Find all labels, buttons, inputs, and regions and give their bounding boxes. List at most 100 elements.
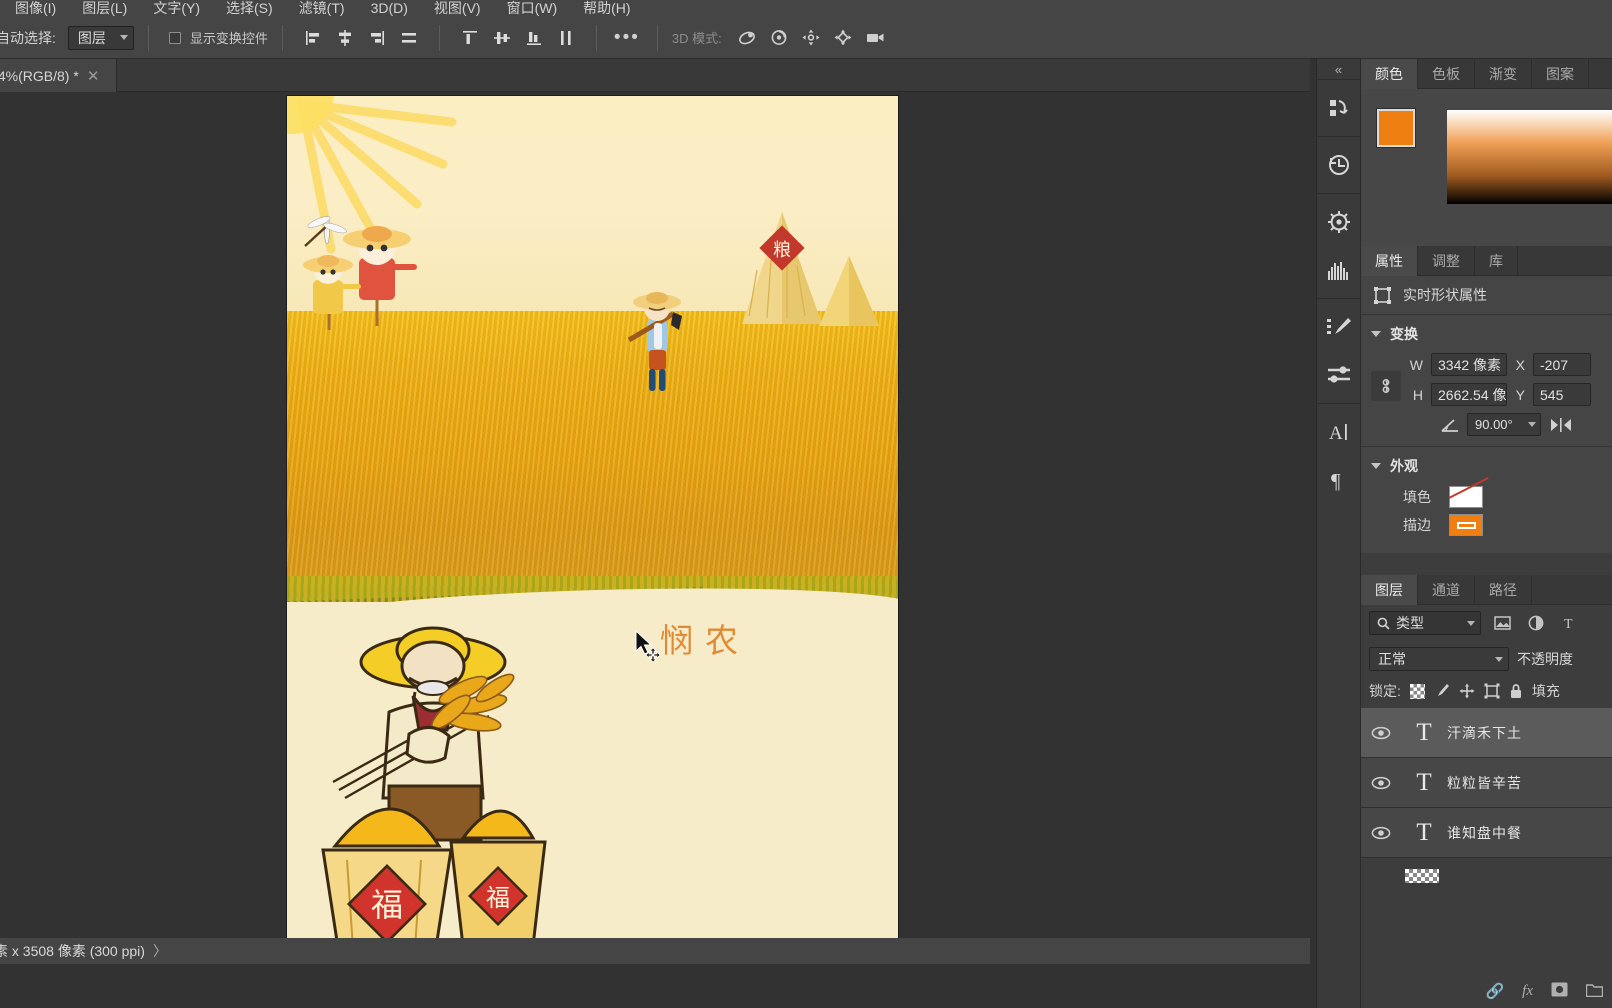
appearance-section: 外观 填色 描边 bbox=[1361, 446, 1612, 553]
layer-row-partial[interactable] bbox=[1361, 858, 1612, 894]
rotate-3d-object-icon[interactable] bbox=[732, 24, 764, 52]
panel-icon-rail: « A ¶ bbox=[1316, 59, 1360, 1008]
link-layers-icon[interactable]: 🔗 bbox=[1485, 982, 1504, 1000]
layer-row-3[interactable]: T 谁知盘中餐 bbox=[1361, 808, 1612, 858]
align-top-edges-icon[interactable] bbox=[454, 24, 486, 52]
layer-name-3[interactable]: 谁知盘中餐 bbox=[1447, 823, 1522, 843]
roll-3d-object-icon[interactable] bbox=[764, 24, 796, 52]
canvas-area[interactable]: 粮 福 福 悯农 素 x 3508 像素 (300 ppi) 〉 bbox=[0, 92, 1310, 964]
3d-compass-icon[interactable] bbox=[1317, 198, 1361, 246]
actions-icon[interactable] bbox=[1317, 84, 1361, 132]
artboard[interactable]: 粮 福 福 悯农 bbox=[287, 96, 898, 961]
svg-text:T: T bbox=[1564, 617, 1573, 631]
align-left-edges-icon[interactable] bbox=[297, 24, 329, 52]
brush-settings-icon[interactable] bbox=[1317, 351, 1361, 399]
layer-visibility-toggle-2[interactable] bbox=[1361, 776, 1401, 790]
distribute-horizontal-icon[interactable] bbox=[393, 24, 425, 52]
more-options-button[interactable]: ••• bbox=[611, 24, 643, 52]
lock-artboard-icon[interactable] bbox=[1484, 683, 1500, 699]
distribute-vertical-icon[interactable] bbox=[550, 24, 582, 52]
link-dimensions-button[interactable] bbox=[1371, 371, 1401, 401]
tab-swatches[interactable]: 色板 bbox=[1418, 59, 1475, 89]
layer-row-2[interactable]: T 粒粒皆辛苦 bbox=[1361, 758, 1612, 808]
lock-transparency-icon[interactable] bbox=[1409, 683, 1425, 699]
layer-visibility-toggle-1[interactable] bbox=[1361, 726, 1401, 740]
menu-item-layer[interactable]: 图层(L) bbox=[69, 1, 140, 17]
layer-filter-row: 类型 T bbox=[1361, 605, 1612, 641]
menu-item-window[interactable]: 窗口(W) bbox=[494, 1, 571, 17]
foreground-color-swatch[interactable] bbox=[1376, 108, 1416, 148]
stroke-color-chip[interactable] bbox=[1449, 514, 1483, 536]
layer-name-1[interactable]: 汗滴禾下土 bbox=[1447, 723, 1522, 743]
lock-image-icon[interactable] bbox=[1434, 683, 1450, 699]
tab-patterns[interactable]: 图案 bbox=[1532, 59, 1589, 89]
layer-filter-dropdown[interactable]: 类型 bbox=[1369, 611, 1481, 635]
tab-properties[interactable]: 属性 bbox=[1361, 246, 1418, 276]
tab-color[interactable]: 颜色 bbox=[1361, 59, 1418, 89]
menu-item-select[interactable]: 选择(S) bbox=[213, 1, 286, 17]
menu-item-help[interactable]: 帮助(H) bbox=[570, 1, 643, 17]
menu-item-3d[interactable]: 3D(D) bbox=[358, 1, 421, 17]
width-input[interactable]: 3342 像素 bbox=[1431, 353, 1507, 376]
fx-icon[interactable]: fx bbox=[1522, 983, 1533, 1000]
tab-paths[interactable]: 路径 bbox=[1475, 575, 1532, 605]
transform-section-header[interactable]: 变换 bbox=[1361, 315, 1612, 351]
new-group-icon[interactable] bbox=[1585, 982, 1604, 1001]
rail-group-1 bbox=[1317, 79, 1360, 136]
document-tab-title: .4%(RGB/8) * bbox=[0, 67, 79, 84]
history-icon[interactable] bbox=[1317, 141, 1361, 189]
haystack-illustration: 粮 bbox=[742, 212, 879, 326]
color-swatches bbox=[1376, 108, 1435, 161]
tab-libraries[interactable]: 库 bbox=[1475, 246, 1518, 276]
tab-adjustments[interactable]: 调整 bbox=[1418, 246, 1475, 276]
paragraph-panel-icon[interactable]: ¶ bbox=[1317, 456, 1361, 504]
blend-mode-dropdown[interactable]: 正常 bbox=[1369, 647, 1509, 671]
basket-sign-left-label: 福 bbox=[371, 886, 403, 924]
transform-row-w: W 3342 像素 X -207 bbox=[1405, 353, 1612, 376]
show-transform-controls-checkbox[interactable]: 显示变换控件 bbox=[168, 28, 268, 47]
menu-item-type[interactable]: 文字(Y) bbox=[140, 1, 213, 17]
y-position-input[interactable]: 545 bbox=[1533, 383, 1591, 406]
fill-color-chip[interactable] bbox=[1449, 486, 1483, 508]
brush-presets-icon[interactable] bbox=[1317, 303, 1361, 351]
document-tab[interactable]: .4%(RGB/8) * ✕ bbox=[0, 59, 117, 92]
character-panel-icon[interactable]: A bbox=[1317, 408, 1361, 456]
mask-icon[interactable] bbox=[1551, 982, 1568, 1001]
layer-visibility-toggle-3[interactable] bbox=[1361, 826, 1401, 840]
collapse-panels-icon[interactable]: « bbox=[1317, 59, 1360, 79]
flip-horizontal-icon[interactable] bbox=[1549, 417, 1575, 433]
mode-3d-label: 3D 模式: bbox=[671, 31, 722, 46]
layer-row-1[interactable]: T 汗滴禾下土 bbox=[1361, 708, 1612, 758]
tab-gradients[interactable]: 渐变 bbox=[1475, 59, 1532, 89]
x-position-input[interactable]: -207 bbox=[1533, 353, 1591, 376]
status-bar-arrow[interactable]: 〉 bbox=[153, 941, 167, 961]
histogram-icon[interactable] bbox=[1317, 246, 1361, 294]
align-right-edges-icon[interactable] bbox=[361, 24, 393, 52]
height-input[interactable]: 2662.54 像 bbox=[1431, 383, 1507, 406]
tab-channels[interactable]: 通道 bbox=[1418, 575, 1475, 605]
align-bottom-edges-icon[interactable] bbox=[518, 24, 550, 52]
color-ramp[interactable] bbox=[1447, 110, 1612, 204]
auto-select-dropdown[interactable]: 图层 bbox=[67, 25, 134, 50]
chevron-down-icon bbox=[1528, 422, 1536, 427]
menu-item-image[interactable]: 图像(I) bbox=[2, 1, 69, 17]
align-horizontal-centers-icon[interactable] bbox=[329, 24, 361, 52]
tab-layers[interactable]: 图层 bbox=[1361, 575, 1418, 605]
chevron-down-icon bbox=[119, 35, 128, 40]
filter-pixel-icon[interactable] bbox=[1489, 611, 1515, 635]
farmer-with-hoe-illustration bbox=[627, 292, 682, 391]
filter-type-icon[interactable]: T bbox=[1557, 611, 1583, 635]
opacity-label: 不透明度 bbox=[1517, 651, 1573, 667]
menu-item-filter[interactable]: 滤镜(T) bbox=[286, 1, 358, 17]
filter-adjustment-icon[interactable] bbox=[1523, 611, 1549, 635]
lock-all-icon[interactable] bbox=[1509, 683, 1523, 699]
camera-3d-icon[interactable] bbox=[860, 24, 892, 52]
close-icon[interactable]: ✕ bbox=[87, 67, 100, 85]
align-vertical-centers-icon[interactable] bbox=[486, 24, 518, 52]
menu-item-view[interactable]: 视图(V) bbox=[421, 1, 494, 17]
angle-input[interactable]: 90.00° bbox=[1467, 413, 1541, 436]
layer-name-2[interactable]: 粒粒皆辛苦 bbox=[1447, 773, 1522, 793]
pan-3d-object-icon[interactable] bbox=[796, 24, 828, 52]
slide-3d-object-icon[interactable] bbox=[828, 24, 860, 52]
lock-position-icon[interactable] bbox=[1459, 683, 1475, 699]
